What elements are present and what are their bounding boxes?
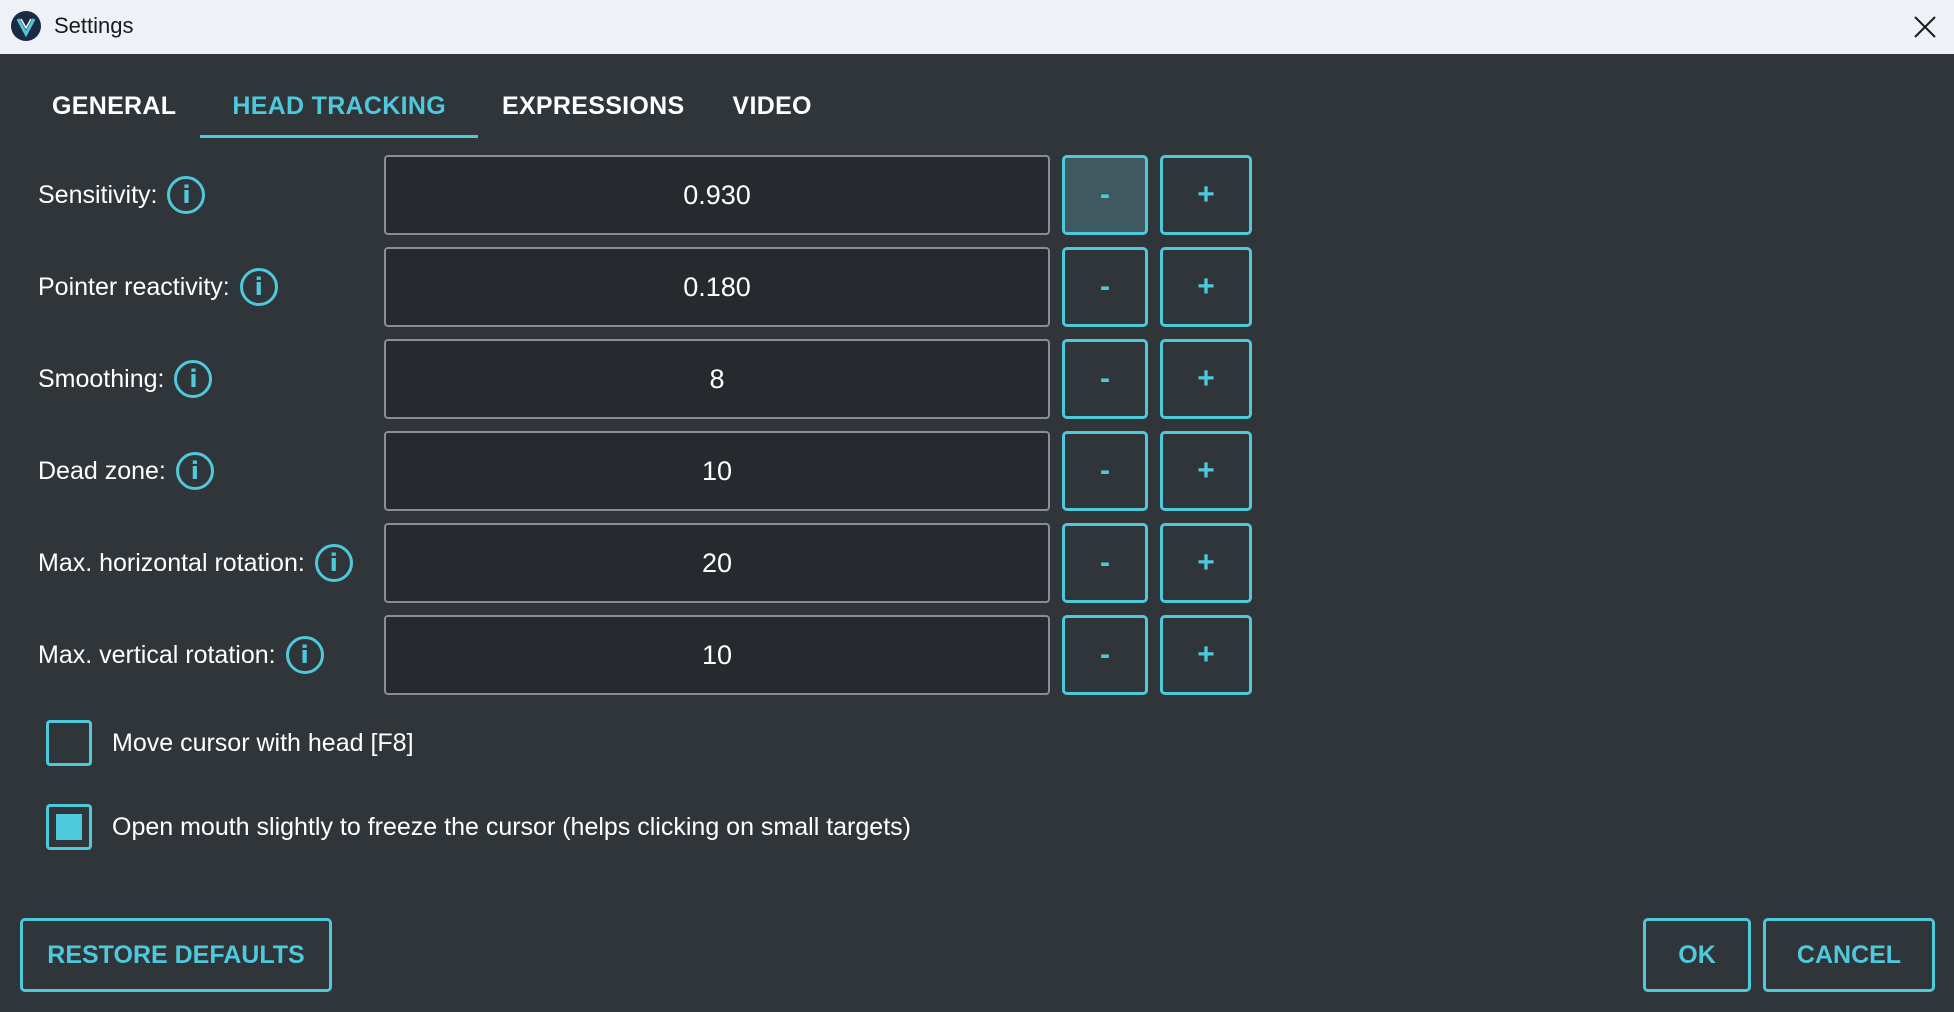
smoothing-decrease-button[interactable]: - xyxy=(1062,339,1148,419)
max-horizontal-rotation-decrease-button[interactable]: - xyxy=(1062,523,1148,603)
max-horizontal-rotation-increase-button[interactable]: + xyxy=(1160,523,1252,603)
tab-general[interactable]: GENERAL xyxy=(28,78,200,135)
move-cursor-checkbox[interactable] xyxy=(46,720,92,766)
info-icon[interactable]: i xyxy=(175,452,214,490)
settings-window: Settings GENERAL HEAD TRACKING EXPRESSIO… xyxy=(0,0,1954,1012)
setting-row-pointer-reactivity: Pointer reactivity: i 0.180 - + xyxy=(0,247,1300,327)
pointer-reactivity-increase-button[interactable]: + xyxy=(1160,247,1252,327)
move-cursor-option: Move cursor with head [F8] xyxy=(46,720,414,766)
setting-row-dead-zone: Dead zone: i 10 - + xyxy=(0,431,1300,511)
dead-zone-input[interactable]: 10 xyxy=(384,431,1050,511)
close-icon xyxy=(1914,16,1936,38)
max-vertical-rotation-input[interactable]: 10 xyxy=(384,615,1050,695)
pointer-reactivity-input[interactable]: 0.180 xyxy=(384,247,1050,327)
setting-label: Dead zone: xyxy=(38,456,166,485)
freeze-cursor-checkbox[interactable] xyxy=(46,804,92,850)
info-icon[interactable]: i xyxy=(285,636,324,674)
smoothing-input[interactable]: 8 xyxy=(384,339,1050,419)
setting-row-max-horizontal-rotation: Max. horizontal rotation: i 20 - + xyxy=(0,523,1300,603)
setting-row-sensitivity: Sensitivity: i 0.930 - + xyxy=(0,155,1300,235)
tab-video[interactable]: VIDEO xyxy=(709,78,836,135)
window-title: Settings xyxy=(54,13,134,38)
sensitivity-decrease-button[interactable]: - xyxy=(1062,155,1148,235)
setting-label: Max. vertical rotation: xyxy=(38,640,276,669)
close-button[interactable] xyxy=(1910,12,1940,42)
info-icon[interactable]: i xyxy=(167,176,206,214)
max-vertical-rotation-decrease-button[interactable]: - xyxy=(1062,615,1148,695)
sensitivity-increase-button[interactable]: + xyxy=(1160,155,1252,235)
dead-zone-decrease-button[interactable]: - xyxy=(1062,431,1148,511)
setting-label: Smoothing: xyxy=(38,364,165,393)
cancel-button[interactable]: CANCEL xyxy=(1763,918,1935,992)
app-logo-icon xyxy=(11,11,41,41)
setting-label: Max. horizontal rotation: xyxy=(38,548,305,577)
move-cursor-label: Move cursor with head [F8] xyxy=(112,728,414,757)
setting-label: Sensitivity: xyxy=(38,180,158,209)
sensitivity-input[interactable]: 0.930 xyxy=(384,155,1050,235)
tab-bar: GENERAL HEAD TRACKING EXPRESSIONS VIDEO xyxy=(28,78,836,138)
tab-head-tracking[interactable]: HEAD TRACKING xyxy=(200,78,478,138)
setting-row-max-vertical-rotation: Max. vertical rotation: i 10 - + xyxy=(0,615,1300,695)
setting-label: Pointer reactivity: xyxy=(38,272,230,301)
freeze-cursor-option: Open mouth slightly to freeze the cursor… xyxy=(46,804,911,850)
info-icon[interactable]: i xyxy=(314,544,353,582)
restore-defaults-button[interactable]: RESTORE DEFAULTS xyxy=(20,918,332,992)
pointer-reactivity-decrease-button[interactable]: - xyxy=(1062,247,1148,327)
info-icon[interactable]: i xyxy=(174,360,213,398)
tab-expressions[interactable]: EXPRESSIONS xyxy=(478,78,709,135)
freeze-cursor-label: Open mouth slightly to freeze the cursor… xyxy=(112,812,911,841)
max-horizontal-rotation-input[interactable]: 20 xyxy=(384,523,1050,603)
max-vertical-rotation-increase-button[interactable]: + xyxy=(1160,615,1252,695)
setting-row-smoothing: Smoothing: i 8 - + xyxy=(0,339,1300,419)
ok-button[interactable]: OK xyxy=(1643,918,1751,992)
smoothing-increase-button[interactable]: + xyxy=(1160,339,1252,419)
dead-zone-increase-button[interactable]: + xyxy=(1160,431,1252,511)
info-icon[interactable]: i xyxy=(239,268,278,306)
title-bar: Settings xyxy=(0,0,1954,54)
